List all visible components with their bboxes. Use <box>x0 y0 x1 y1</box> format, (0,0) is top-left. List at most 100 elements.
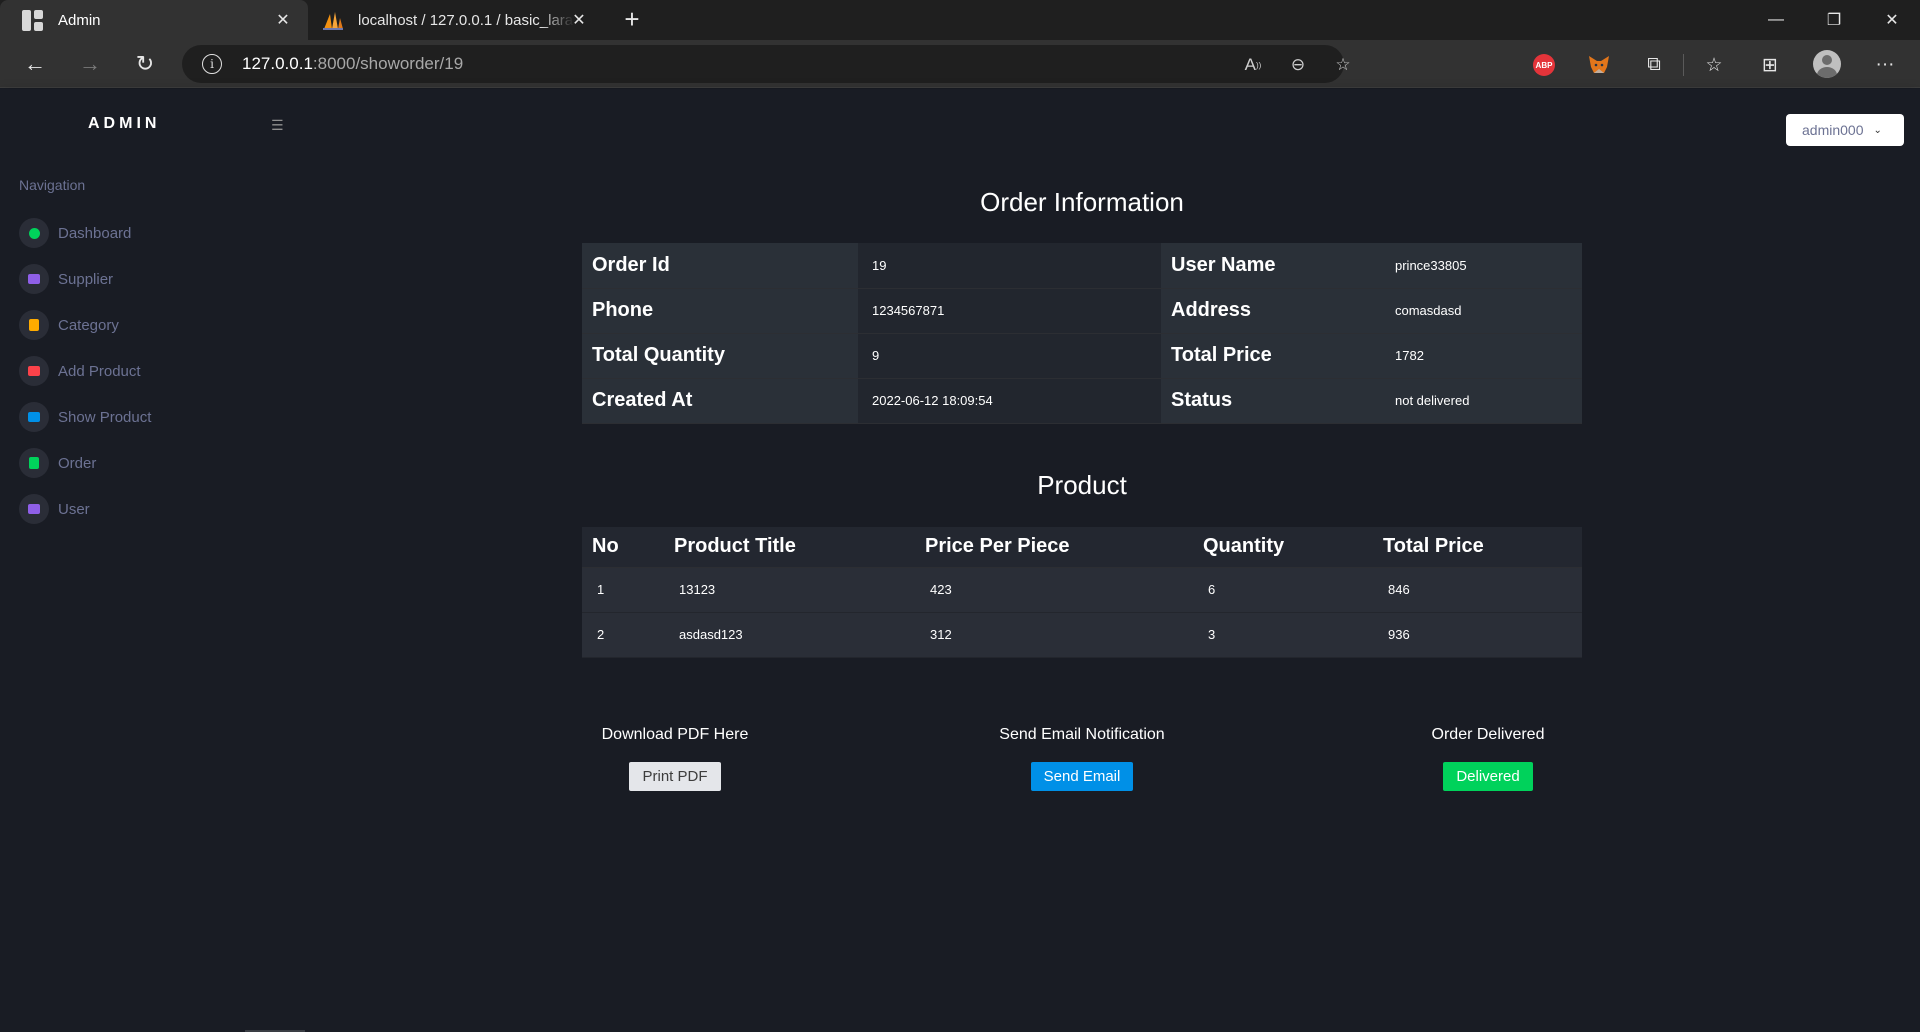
window-close-icon[interactable]: ✕ <box>1864 0 1920 40</box>
zoom-out-icon[interactable]: ⊖ <box>1287 54 1309 76</box>
deliver-label: Order Delivered <box>1431 726 1545 743</box>
site-info-icon[interactable]: i <box>202 54 222 74</box>
col-quantity: Quantity <box>1193 527 1373 568</box>
cell-quantity: 3 <box>1193 612 1373 658</box>
print-pdf-button[interactable]: Print PDF <box>629 762 721 791</box>
user-name: admin000 <box>1802 122 1864 138</box>
order-info-table: Order Id 19 User Name prince33805 Phone … <box>582 243 1582 424</box>
email-action: Send Email Notification Send Email <box>962 726 1202 791</box>
profile-icon[interactable] <box>1813 50 1841 78</box>
collections-icon[interactable]: ⊞ <box>1757 52 1783 78</box>
minimize-icon[interactable]: — <box>1748 0 1804 40</box>
read-aloud-icon[interactable]: A)) <box>1242 54 1264 76</box>
deliver-action: Order Delivered Delivered <box>1368 726 1608 791</box>
main-content: Order Information Order Id 19 User Name … <box>260 159 1920 1032</box>
tab-admin[interactable]: Admin ✕ <box>0 0 308 40</box>
sidebar-item-order[interactable]: Order <box>19 448 96 478</box>
pdf-label: Download PDF Here <box>601 726 749 743</box>
more-icon[interactable]: ··· <box>1872 52 1898 78</box>
product-title: Product <box>1037 470 1127 500</box>
toolbar-divider <box>1683 54 1684 76</box>
address-bar[interactable]: i 127.0.0.1:8000/showorder/19 A)) ⊖ ☆ <box>182 45 1351 83</box>
total-price-value: 1782 <box>1381 333 1582 379</box>
sidebar-item-show-product[interactable]: Show Product <box>19 402 151 432</box>
delivered-button[interactable]: Delivered <box>1443 762 1533 791</box>
table-row: Total Quantity 9 Total Price 1782 <box>582 333 1582 379</box>
metamask-fox-icon[interactable] <box>1586 52 1612 78</box>
col-total-price: Total Price <box>1373 527 1582 568</box>
url-text[interactable]: 127.0.0.1:8000/showorder/19 <box>242 54 463 74</box>
tab-title: Admin <box>58 11 101 29</box>
app-header: ADMIN ☰ admin000 ⌄ <box>0 89 1920 159</box>
forward-icon[interactable]: → <box>74 48 106 80</box>
browser-tab-bar: Admin ✕ localhost / 127.0.0.1 / basic_la… <box>0 0 1920 40</box>
total-quantity-value: 9 <box>858 333 1161 379</box>
table-row: Created At 2022-06-12 18:09:54 Status no… <box>582 378 1582 424</box>
cell-quantity: 6 <box>1193 567 1373 613</box>
order-id-value: 19 <box>858 243 1161 289</box>
speedometer-icon <box>19 218 49 248</box>
cell-price: 423 <box>915 567 1193 613</box>
grid-app-icon <box>22 10 44 31</box>
chart-bar-icon <box>19 264 49 294</box>
add-favorite-icon[interactable]: ☆ <box>1332 54 1354 76</box>
video-icon <box>19 356 49 386</box>
sidebar-item-user[interactable]: User <box>19 494 90 524</box>
col-product-title: Product Title <box>664 527 915 568</box>
refresh-icon[interactable]: ↻ <box>129 48 161 80</box>
browser-toolbar: ← → ↻ i 127.0.0.1:8000/showorder/19 A)) … <box>0 40 1920 88</box>
favorites-icon[interactable]: ☆ <box>1701 52 1727 78</box>
col-no: No <box>582 527 664 568</box>
created-at-value: 2022-06-12 18:09:54 <box>858 378 1161 424</box>
table-row: 1 13123 423 6 846 <box>582 567 1582 613</box>
back-icon[interactable]: ← <box>19 48 51 80</box>
pdf-action: Download PDF Here Print PDF <box>555 726 795 791</box>
folder-icon <box>19 402 49 432</box>
clipboard-icon <box>19 448 49 478</box>
table-header-row: No Product Title Price Per Piece Quantit… <box>582 527 1582 568</box>
brand-logo[interactable]: ADMIN <box>88 115 160 133</box>
close-tab-icon[interactable]: ✕ <box>274 11 292 29</box>
user-name-label: User Name <box>1161 243 1381 289</box>
user-dropdown[interactable]: admin000 ⌄ <box>1786 114 1904 146</box>
restore-icon[interactable]: ❐ <box>1806 0 1862 40</box>
menu-toggle-icon[interactable]: ☰ <box>271 117 284 134</box>
sidebar: Navigation Dashboard Supplier Category A… <box>0 159 260 1032</box>
order-info-title: Order Information <box>980 187 1184 217</box>
table-row: 2 asdasd123 312 3 936 <box>582 612 1582 658</box>
tab-title: localhost / 127.0.0.1 / basic_larav <box>358 11 574 29</box>
cell-product-title: asdasd123 <box>664 612 915 658</box>
cell-no: 2 <box>582 612 664 658</box>
table-row: Phone 1234567871 Address comasdasd <box>582 288 1582 334</box>
tab-phpmyadmin[interactable]: localhost / 127.0.0.1 / basic_larav ✕ <box>314 0 604 40</box>
sidebar-item-add-product[interactable]: Add Product <box>19 356 141 386</box>
phone-label: Phone <box>582 288 858 334</box>
status-value: not delivered <box>1381 378 1582 424</box>
extensions-icon[interactable]: ⧉ <box>1641 52 1667 78</box>
total-quantity-label: Total Quantity <box>582 333 858 379</box>
sidebar-item-dashboard[interactable]: Dashboard <box>19 218 131 248</box>
cell-no: 1 <box>582 567 664 613</box>
product-table: No Product Title Price Per Piece Quantit… <box>582 527 1582 658</box>
col-price-per-piece: Price Per Piece <box>915 527 1193 568</box>
phone-value: 1234567871 <box>858 288 1161 334</box>
email-label: Send Email Notification <box>999 726 1165 743</box>
close-tab-icon[interactable]: ✕ <box>570 11 588 29</box>
cell-total: 846 <box>1373 567 1582 613</box>
new-tab-icon[interactable]: + <box>618 6 646 34</box>
sidebar-item-supplier[interactable]: Supplier <box>19 264 113 294</box>
user-name-value: prince33805 <box>1381 243 1582 289</box>
cell-total: 936 <box>1373 612 1582 658</box>
address-value: comasdasd <box>1381 288 1582 334</box>
status-label: Status <box>1161 378 1381 424</box>
sidebar-item-category[interactable]: Category <box>19 310 119 340</box>
created-at-label: Created At <box>582 378 858 424</box>
send-email-button[interactable]: Send Email <box>1030 762 1134 791</box>
total-price-label: Total Price <box>1161 333 1381 379</box>
table-row: Order Id 19 User Name prince33805 <box>582 243 1582 289</box>
cell-price: 312 <box>915 612 1193 658</box>
address-label: Address <box>1161 288 1381 334</box>
cell-product-title: 13123 <box>664 567 915 613</box>
adblock-plus-icon[interactable]: ABP <box>1531 52 1557 78</box>
order-id-label: Order Id <box>582 243 858 289</box>
